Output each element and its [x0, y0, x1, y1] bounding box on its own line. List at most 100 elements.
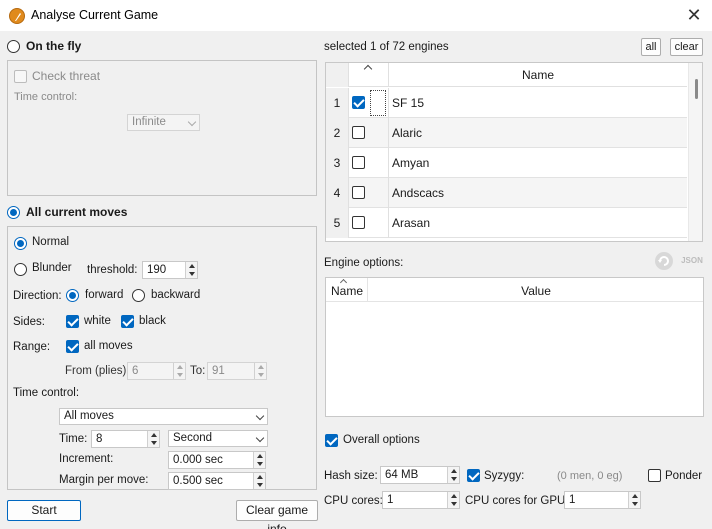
clear-game-info-button[interactable]: Clear game info — [236, 500, 318, 529]
ponder-checkbox[interactable] — [648, 469, 661, 482]
engine-row[interactable]: 2 Alaric — [326, 118, 687, 148]
engine-options-label: Engine options: — [324, 257, 404, 269]
gpu-cores-spinbox[interactable]: 1 — [564, 491, 641, 509]
sort-up-icon — [363, 64, 373, 74]
hash-size-value: 64 MB — [385, 469, 419, 481]
from-plies-spinbox[interactable]: 6 — [127, 362, 186, 380]
row-number: 2 — [326, 118, 348, 148]
start-button[interactable]: Start — [7, 500, 81, 521]
cpu-cores-label: CPU cores: — [324, 495, 383, 507]
direction-label: Direction: — [13, 290, 62, 302]
spin-arrows-icon[interactable] — [447, 467, 459, 483]
engine-row[interactable]: 3 Amyan — [326, 148, 687, 178]
sort-header[interactable] — [348, 63, 388, 87]
spin-arrows-icon[interactable] — [628, 492, 640, 508]
margin-spinbox[interactable]: 0.500 sec — [168, 472, 266, 490]
from-plies-value: 6 — [132, 365, 139, 377]
cell-divider — [348, 178, 349, 208]
ponder-label: Ponder — [665, 470, 703, 482]
options-value-header[interactable]: Value — [368, 284, 704, 298]
cell-divider — [348, 208, 349, 238]
increment-spinbox[interactable]: 0.000 sec — [168, 451, 266, 469]
from-plies-label: From (plies): — [65, 365, 130, 377]
engine-row[interactable]: 5 Arasan — [326, 208, 687, 238]
engine-name: SF 15 — [392, 96, 425, 110]
on-the-fly-panel: Check threat Time control: Infinite — [7, 60, 317, 196]
normal-radio[interactable] — [14, 237, 27, 250]
normal-label: Normal — [32, 236, 70, 248]
options-table-header: Name Value — [326, 278, 703, 302]
all-moves-checkbox[interactable] — [66, 340, 79, 353]
backward-radio[interactable] — [132, 289, 145, 302]
black-label: black — [139, 315, 166, 327]
engine-select-checkbox[interactable] — [352, 186, 365, 199]
black-checkbox[interactable] — [121, 315, 134, 328]
engine-select-checkbox[interactable] — [352, 126, 365, 139]
title-bar: Analyse Current Game ✕ — [0, 0, 712, 31]
range-label: Range: — [13, 341, 51, 353]
sides-label: Sides: — [13, 316, 45, 328]
white-checkbox[interactable] — [66, 315, 79, 328]
cpu-cores-spinbox[interactable]: 1 — [382, 491, 460, 509]
all-moves-radio[interactable] — [7, 206, 20, 219]
on-the-fly-radio[interactable] — [7, 40, 20, 53]
refresh-icon[interactable] — [655, 252, 673, 270]
otf-time-control-value: Infinite — [132, 116, 166, 128]
scrollbar-thumb[interactable] — [695, 79, 698, 99]
all-moves-chk-label: all moves — [84, 340, 133, 352]
spin-arrows-icon[interactable] — [253, 473, 265, 489]
tc-mode-value: All moves — [64, 410, 114, 422]
engine-name: Alaric — [392, 126, 423, 140]
engine-row[interactable]: 4 Andscacs — [326, 178, 687, 208]
options-name-header[interactable]: Name — [331, 284, 363, 298]
scrollbar[interactable] — [688, 63, 702, 241]
select-all-button[interactable]: all — [641, 38, 661, 56]
engines-table-header: Name — [326, 63, 687, 87]
cell-divider — [388, 178, 389, 208]
otf-time-control-select[interactable]: Infinite — [127, 114, 200, 131]
spin-arrows-icon[interactable] — [254, 363, 266, 379]
close-icon[interactable]: ✕ — [680, 4, 708, 28]
blunder-label: Blunder — [32, 262, 72, 274]
engine-name-header[interactable]: Name — [388, 63, 687, 87]
forward-radio[interactable] — [66, 289, 79, 302]
cell-divider — [388, 88, 389, 118]
engine-select-checkbox[interactable] — [352, 216, 365, 229]
window-title: Analyse Current Game — [31, 8, 159, 22]
spin-arrows-icon[interactable] — [447, 492, 459, 508]
tc-mode-select[interactable]: All moves — [59, 408, 268, 425]
corner-cell — [326, 63, 348, 87]
cell-divider — [348, 148, 349, 178]
engine-select-checkbox[interactable] — [352, 156, 365, 169]
margin-label: Margin per move: — [59, 474, 149, 486]
engine-name: Arasan — [392, 216, 431, 230]
hash-size-spinbox[interactable]: 64 MB — [380, 466, 460, 484]
spin-arrows-icon[interactable] — [173, 363, 185, 379]
time-unit-select[interactable]: Second — [168, 430, 268, 447]
syzygy-label: Syzygy: — [484, 470, 525, 482]
cell-divider — [388, 148, 389, 178]
engine-select-checkbox[interactable] — [352, 96, 365, 109]
syzygy-checkbox[interactable] — [467, 469, 480, 482]
threshold-spinbox[interactable]: 190 — [142, 261, 198, 279]
spin-arrows-icon[interactable] — [185, 262, 197, 278]
sort-up-icon — [339, 278, 348, 287]
time-spinbox[interactable]: 8 — [91, 430, 160, 448]
to-plies-spinbox[interactable]: 91 — [207, 362, 267, 380]
engine-row[interactable]: 1 SF 15 — [326, 88, 687, 118]
to-plies-label: To: — [190, 365, 206, 377]
tc-label: Time control: — [13, 387, 80, 399]
check-threat-checkbox[interactable] — [14, 70, 27, 83]
cell-divider — [348, 88, 349, 118]
syzygy-info: (0 men, 0 eg) — [557, 470, 623, 482]
gpu-cores-label: CPU cores for GPU: — [465, 495, 569, 507]
focus-cell[interactable] — [370, 90, 386, 116]
overall-options-checkbox[interactable] — [325, 434, 338, 447]
json-icon[interactable]: JSON — [680, 252, 704, 270]
on-the-fly-label: On the fly — [26, 39, 82, 53]
row-number: 1 — [326, 88, 348, 118]
spin-arrows-icon[interactable] — [253, 452, 265, 468]
clear-selection-button[interactable]: clear — [670, 38, 703, 56]
spin-arrows-icon[interactable] — [147, 431, 159, 447]
blunder-radio[interactable] — [14, 263, 27, 276]
